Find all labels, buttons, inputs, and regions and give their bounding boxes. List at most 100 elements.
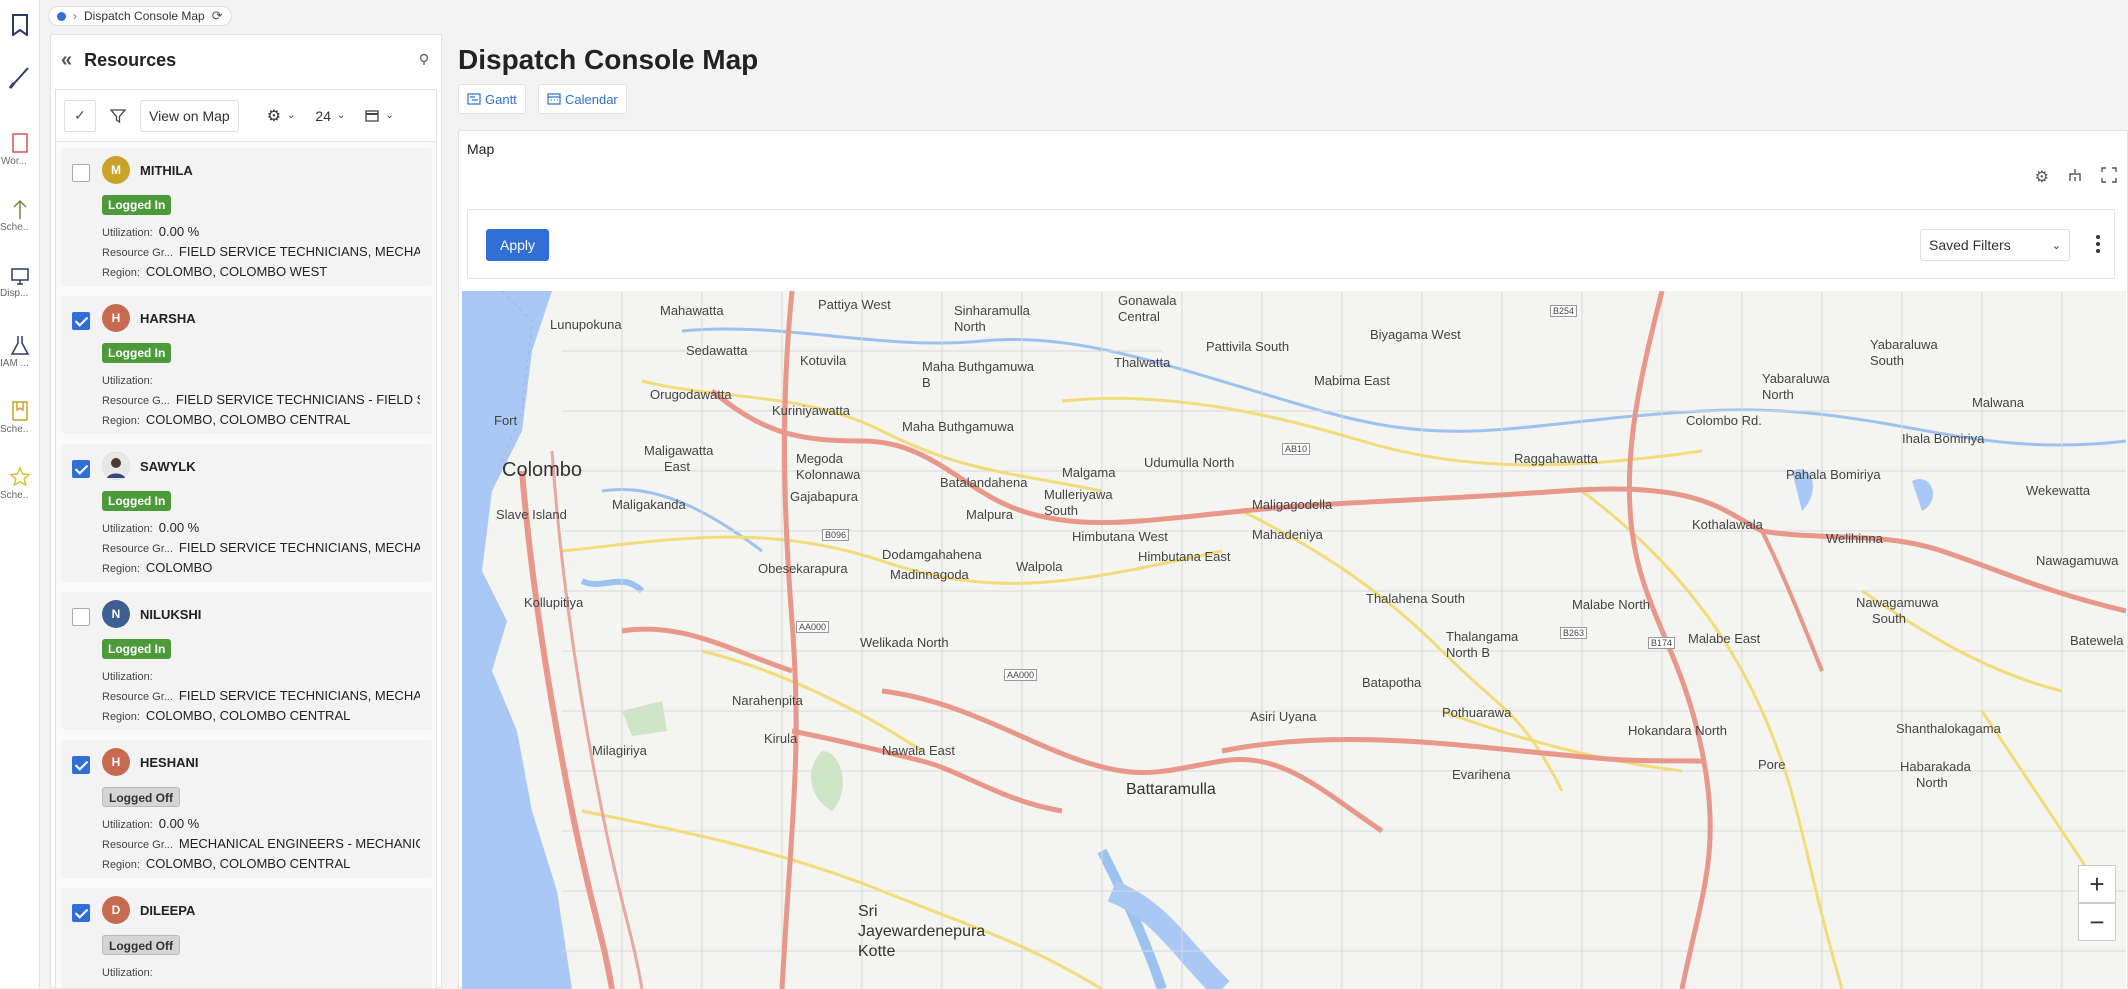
map-label: Welikada North [860, 635, 949, 650]
resource-checkbox[interactable] [72, 904, 90, 922]
resource-name: SAWYLK [140, 459, 196, 474]
region-row: Region: COLOMBO, COLOMBO CENTRAL [102, 708, 351, 723]
page-size-dropdown[interactable]: 24 ⌄ [309, 100, 351, 132]
map-label: Megoda [796, 451, 843, 466]
resource-card[interactable]: SAWYLK Logged In Utilization: 0.00 % Reso… [62, 444, 432, 582]
utilization-row: Utilization: 0.00 % [102, 520, 200, 535]
map-label: Sri [858, 903, 878, 920]
saved-filters-label: Saved Filters [1929, 237, 2011, 253]
rail-item-pen[interactable] [0, 64, 40, 90]
resource-card[interactable]: D DILEEPA Logged Off Utilization: [62, 888, 432, 988]
map-label: Batalandahena [940, 475, 1028, 490]
map-card: Map ⚙ Apply Saved Filters ⌄ Colombo Batt… [458, 130, 2128, 989]
resource-checkbox[interactable] [72, 164, 90, 182]
gear-icon[interactable]: ⚙ [2035, 167, 2049, 187]
view-on-map-button[interactable]: View on Map [140, 99, 239, 132]
map-view[interactable]: Colombo Battaramulla Sri Jayewardenepura… [462, 291, 2126, 989]
map-label: Malabe North [1572, 597, 1651, 612]
avatar: H [102, 748, 130, 776]
rail-item-bookmark[interactable] [0, 14, 40, 36]
map-label: Pahala Bomiriya [1786, 467, 1881, 482]
zoom-in-button[interactable]: + [2078, 865, 2116, 903]
chevron-down-icon: ⌄ [337, 110, 346, 121]
map-label: South [1870, 353, 1904, 368]
rail-item-dispatch[interactable]: Disp... [0, 266, 40, 299]
page-title: Dispatch Console Map [458, 44, 759, 75]
map-label: South [1872, 611, 1906, 626]
resource-name: NILUKSHI [140, 607, 202, 622]
saved-filters-dropdown[interactable]: Saved Filters ⌄ [1920, 229, 2070, 261]
resource-card[interactable]: H HESHANI Logged Off Utilization: 0.00 % … [62, 740, 432, 878]
map-label: Yabaraluwa [1870, 337, 1938, 352]
settings-dropdown[interactable]: ⚙ ⌄ [261, 100, 302, 132]
map-label: Kirula [764, 731, 798, 746]
chevron-down-icon: ⌄ [287, 110, 296, 121]
rail-item-favorites[interactable]: Sche... [0, 466, 40, 501]
expand-icon[interactable] [2101, 167, 2117, 183]
resource-list: ✓ View on Map ⚙ ⌄ 24 ⌄ ⌄ M MITHILA Logge… [55, 89, 437, 989]
gantt-view-button[interactable]: Gantt [458, 84, 526, 114]
resource-group-row: Resource Gr... FIELD SERVICE TECHNICIANS,… [102, 688, 420, 703]
resource-toolbar: ✓ View on Map ⚙ ⌄ 24 ⌄ ⌄ [56, 90, 436, 142]
resource-checkbox[interactable] [72, 756, 90, 774]
filter-icon [110, 108, 126, 123]
map-label: Sinharamulla [954, 303, 1030, 318]
resource-checkbox[interactable] [72, 312, 90, 330]
zoom-out-button[interactable]: − [2078, 903, 2116, 941]
map-label: Biyagama West [1370, 327, 1461, 342]
utilization-row: Utilization: 0.00 % [102, 224, 200, 239]
map-label: North [1762, 387, 1794, 402]
map-label: Battaramulla [1126, 781, 1216, 798]
map-label: Colombo Rd. [1686, 413, 1762, 428]
status-badge: Logged Off [102, 935, 180, 955]
user-photo-icon [102, 452, 130, 480]
resource-checkbox[interactable] [72, 608, 90, 626]
map-label: North [954, 319, 986, 334]
rail-item-work-orders[interactable]: Wor... [0, 132, 40, 167]
map-label: Dodamgahahena [882, 547, 982, 562]
status-badge: Logged In [102, 491, 172, 511]
map-label: Orugodawatta [650, 387, 732, 402]
more-options-icon[interactable] [2096, 235, 2100, 258]
collapse-icon[interactable]: « [61, 49, 72, 72]
filter-bar: Apply Saved Filters ⌄ [467, 209, 2115, 279]
refresh-icon[interactable]: ⟳ [212, 8, 223, 24]
rail-item-scheduling[interactable]: Sche... [0, 198, 40, 233]
breadcrumb-label[interactable]: Dispatch Console Map [84, 9, 205, 23]
select-all-button[interactable]: ✓ [64, 99, 96, 132]
avatar: D [102, 896, 130, 924]
utilization-row: Utilization: [102, 671, 153, 683]
map-label: Lunupokuna [550, 317, 622, 332]
map-label: Kotte [858, 943, 896, 960]
filter-button[interactable] [104, 100, 132, 132]
status-badge: Logged In [102, 343, 172, 363]
map-label: B [922, 375, 931, 390]
resource-card[interactable]: N NILUKSHI Logged In Utilization: Resour… [62, 592, 432, 730]
rail-item-schedules[interactable]: Sche... [0, 400, 40, 435]
map-label: Habarakada [1900, 759, 1971, 774]
map-label: Narahenpita [732, 693, 803, 708]
pin-icon[interactable] [417, 50, 431, 71]
map-label: Colombo [502, 459, 583, 481]
road-shield: AB10 [1282, 443, 1311, 455]
app-dot-icon [57, 11, 66, 21]
map-label: Malpura [966, 507, 1013, 522]
region-row: Region: COLOMBO [102, 560, 213, 575]
resources-header: « Resources [51, 35, 441, 85]
resource-group-row: Resource Gr... MECHANICAL ENGINEERS - MEC… [102, 836, 420, 851]
calendar-label: Calendar [565, 91, 618, 107]
rail-item-iam[interactable]: IAM ... [0, 334, 40, 369]
calendar-view-button[interactable]: Calendar [538, 84, 627, 114]
map-label: Kotuvila [800, 353, 847, 368]
map-label: Yabaraluwa [1762, 371, 1830, 386]
resource-card[interactable]: M MITHILA Logged In Utilization: 0.00 % R… [62, 148, 432, 286]
map-label: Udumulla North [1144, 455, 1235, 470]
hierarchy-icon[interactable] [2067, 167, 2083, 183]
resource-checkbox[interactable] [72, 460, 90, 478]
schedule-icon [12, 401, 28, 421]
map-label: North [1916, 775, 1948, 790]
layout-dropdown[interactable]: ⌄ [359, 100, 399, 132]
apply-button[interactable]: Apply [486, 229, 550, 261]
resource-card[interactable]: H HARSHA Logged In Utilization: Resource… [62, 296, 432, 434]
chevron-down-icon: ⌄ [2051, 239, 2061, 252]
